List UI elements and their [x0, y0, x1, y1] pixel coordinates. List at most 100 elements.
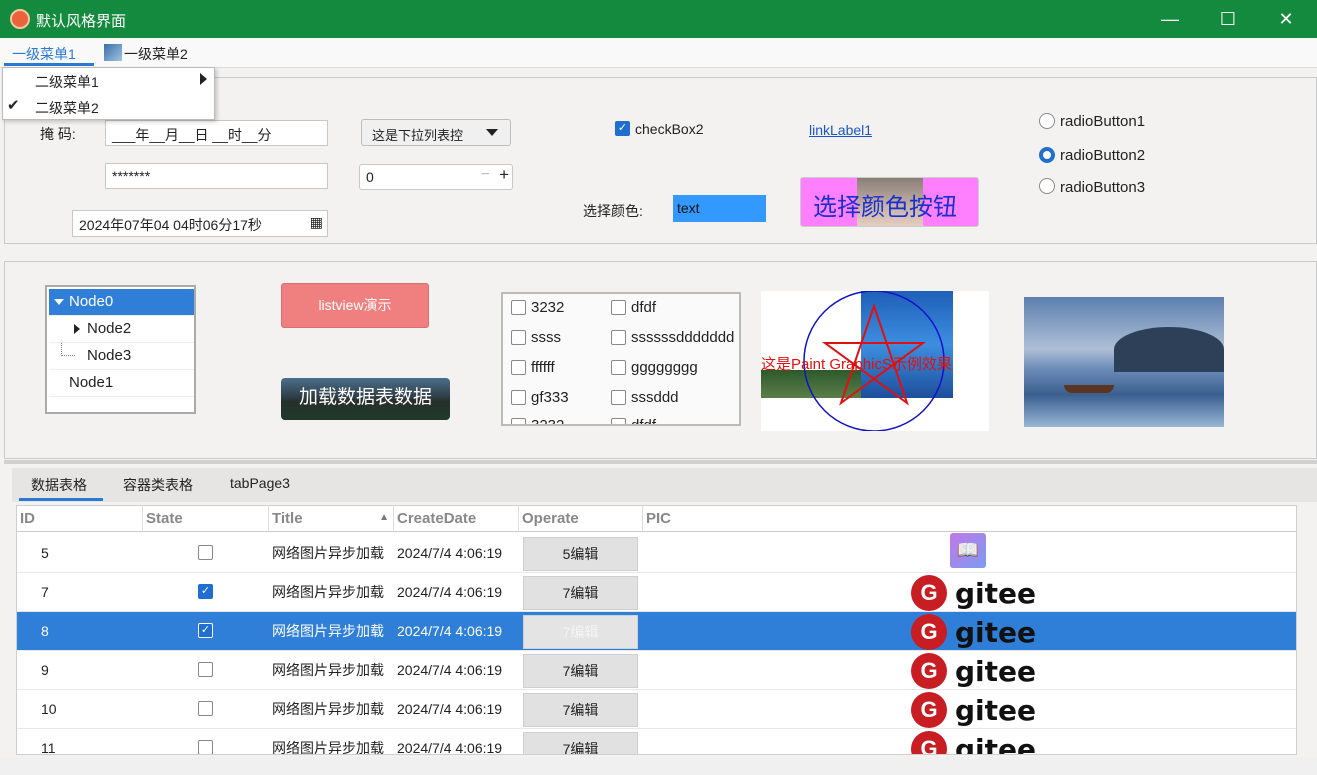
- menu-bar: [0, 38, 1317, 68]
- list-item-checkbox[interactable]: [511, 360, 526, 375]
- book-icon: 📖: [950, 533, 986, 568]
- radio-button-3[interactable]: [1039, 178, 1055, 194]
- column-header-pic[interactable]: PIC: [643, 506, 1296, 532]
- menu-item-2[interactable]: 一级菜单2: [124, 44, 188, 64]
- gitee-logo-text: gitee: [955, 576, 1037, 610]
- list-item-label: 3232: [531, 417, 565, 426]
- list-item[interactable]: 3232: [511, 417, 565, 426]
- tree-node-3[interactable]: Node3: [49, 343, 194, 370]
- tab-data-table[interactable]: 数据表格: [31, 475, 87, 495]
- edit-button[interactable]: 7编辑: [523, 576, 638, 610]
- list-item-checkbox[interactable]: [511, 330, 526, 345]
- increment-icon[interactable]: +: [499, 165, 509, 185]
- list-item-checkbox[interactable]: [611, 300, 626, 315]
- checked-list-box[interactable]: 3232 ssss ffffff gf333 3232 dfdf ssssssd…: [501, 292, 741, 426]
- tree-node-label: Node1: [69, 374, 114, 391]
- cell-id: 11: [41, 740, 56, 755]
- edit-button[interactable]: 7编辑: [523, 615, 638, 649]
- combo-value: 这是下拉列表控: [372, 128, 464, 143]
- tree-node-2[interactable]: Node2: [49, 316, 194, 343]
- close-button[interactable]: ✕: [1257, 0, 1315, 38]
- table-row[interactable]: 7 ✓ 网络图片异步加载 2024/7/4 4:06:19 7编辑 Ggitee: [17, 573, 1296, 612]
- column-header-title[interactable]: Title ▲: [269, 506, 394, 532]
- data-grid[interactable]: ID State Title ▲ CreateDate Operate PIC …: [16, 505, 1297, 755]
- tree-node-1[interactable]: Node1: [49, 370, 194, 397]
- lake-image: [1024, 297, 1224, 427]
- app-icon: [10, 9, 30, 29]
- calendar-icon[interactable]: ▦: [310, 214, 323, 231]
- expand-icon[interactable]: [54, 299, 64, 305]
- submenu-item-2[interactable]: 二级菜单2: [35, 98, 99, 118]
- cell-state-checkbox[interactable]: [198, 662, 213, 677]
- list-item[interactable]: 3232: [511, 299, 564, 316]
- list-item-checkbox[interactable]: [511, 390, 526, 405]
- list-item[interactable]: gggggggg: [611, 359, 698, 376]
- cell-state-checkbox[interactable]: [198, 701, 213, 716]
- column-header-operate[interactable]: Operate: [519, 506, 643, 532]
- tree-view[interactable]: Node0 Node2 Node3 Node1: [45, 285, 196, 414]
- list-item[interactable]: ffffff: [511, 359, 555, 376]
- tab-page3[interactable]: tabPage3: [230, 475, 290, 491]
- edit-button[interactable]: 5编辑: [523, 537, 638, 571]
- list-item[interactable]: ssss: [511, 329, 561, 346]
- cell-state-checkbox[interactable]: ✓: [198, 584, 213, 599]
- list-item-checkbox[interactable]: [611, 390, 626, 405]
- edit-button[interactable]: 7编辑: [523, 732, 638, 754]
- submenu-item-1[interactable]: 二级菜单1: [35, 72, 99, 92]
- list-item[interactable]: ssssssddddddd: [611, 329, 734, 346]
- link-label[interactable]: linkLabel1: [809, 122, 872, 138]
- gitee-icon: G: [911, 731, 947, 754]
- listview-demo-button[interactable]: listview演示: [281, 283, 429, 328]
- edit-button[interactable]: 7编辑: [523, 693, 638, 727]
- table-row-selected[interactable]: 8 ✓ 网络图片异步加载 2024/7/4 4:06:19 7编辑 Ggitee: [17, 612, 1296, 651]
- list-item[interactable]: sssddd: [611, 389, 679, 406]
- list-item[interactable]: dfdf: [611, 299, 656, 316]
- checkbox2-label: checkBox2: [635, 121, 704, 137]
- mountain-shape: [1114, 327, 1224, 372]
- list-item-checkbox[interactable]: [611, 360, 626, 375]
- masked-textbox[interactable]: ___年__月__日 __时__分: [105, 120, 328, 146]
- cell-createdate: 2024/7/4 4:06:19: [397, 740, 503, 755]
- menu-item-1[interactable]: 一级菜单1: [12, 44, 76, 64]
- list-item-label: ssssssddddddd: [631, 329, 735, 346]
- cell-state-checkbox[interactable]: ✓: [198, 623, 213, 638]
- radio-button-1[interactable]: [1039, 113, 1055, 129]
- numeric-updown[interactable]: 0 − +: [359, 164, 513, 190]
- minimize-button[interactable]: —: [1141, 0, 1199, 38]
- list-item-checkbox[interactable]: [611, 418, 626, 424]
- password-field[interactable]: *******: [105, 163, 328, 189]
- radio-button-2[interactable]: [1039, 147, 1055, 163]
- gitee-logo-image: Ggitee: [911, 653, 1036, 689]
- tab-container-table[interactable]: 容器类表格: [123, 475, 193, 495]
- decrement-icon[interactable]: −: [481, 166, 490, 184]
- table-row[interactable]: 10 网络图片异步加载 2024/7/4 4:06:19 7编辑 Ggitee: [17, 690, 1296, 729]
- color-select-button[interactable]: 选择颜色按钮: [800, 177, 979, 227]
- list-item-checkbox[interactable]: [511, 300, 526, 315]
- list-item[interactable]: dfdf: [611, 417, 656, 424]
- cell-state-checkbox[interactable]: [198, 740, 213, 754]
- column-header-id[interactable]: ID: [17, 506, 143, 532]
- tree-node-0[interactable]: Node0: [49, 289, 194, 316]
- list-item-checkbox[interactable]: [511, 418, 526, 424]
- list-item[interactable]: gf333: [511, 389, 569, 406]
- column-header-state[interactable]: State: [143, 506, 269, 532]
- collapse-arrow-icon[interactable]: [74, 324, 80, 334]
- table-row[interactable]: 9 网络图片异步加载 2024/7/4 4:06:19 7编辑 Ggitee: [17, 651, 1296, 690]
- maximize-button[interactable]: ☐: [1199, 0, 1257, 38]
- table-row[interactable]: 11 网络图片异步加载 2024/7/4 4:06:19 7编辑 Ggitee: [17, 729, 1296, 755]
- edit-button[interactable]: 7编辑: [523, 654, 638, 688]
- color-input[interactable]: text: [673, 195, 766, 222]
- checkbox2[interactable]: ✓: [615, 121, 630, 136]
- cell-state-checkbox[interactable]: [198, 545, 213, 560]
- load-data-button[interactable]: 加载数据表数据: [281, 378, 450, 420]
- menu-active-indicator: [4, 63, 94, 66]
- gitee-logo-image: Ggitee: [911, 575, 1036, 611]
- datetime-picker[interactable]: 2024年07年04 04时06分17秒 ▦: [72, 210, 328, 237]
- mask-label: 掩 码:: [40, 126, 76, 142]
- splitter[interactable]: [4, 460, 1317, 464]
- column-header-createdate[interactable]: CreateDate: [394, 506, 519, 532]
- table-row[interactable]: 5 网络图片异步加载 2024/7/4 4:06:19 5编辑: [17, 534, 1296, 573]
- dropdown-combo[interactable]: 这是下拉列表控: [361, 119, 511, 146]
- cell-createdate: 2024/7/4 4:06:19: [397, 662, 503, 678]
- list-item-checkbox[interactable]: [611, 330, 626, 345]
